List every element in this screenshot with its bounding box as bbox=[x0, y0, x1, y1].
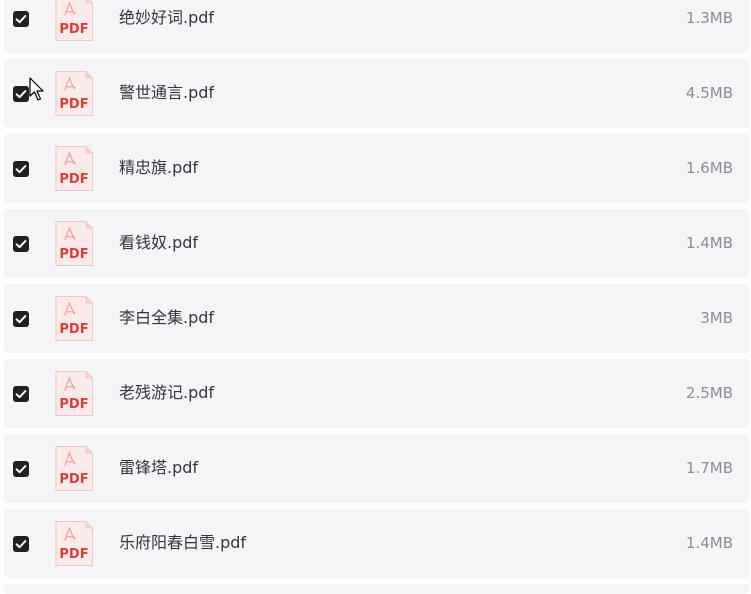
file-size: 1.4MB bbox=[685, 234, 733, 252]
checkmark-icon bbox=[15, 165, 27, 174]
file-size: 1.4MB bbox=[685, 534, 733, 552]
checkmark-icon bbox=[15, 540, 27, 549]
svg-text:PDF: PDF bbox=[59, 172, 88, 187]
file-list: PDF 绝妙好词.pdf 1.3MB PDF 警世通言.pdf 4.5MB PD… bbox=[0, 0, 751, 584]
file-checkbox[interactable] bbox=[13, 536, 29, 552]
checkmark-icon bbox=[15, 315, 27, 324]
file-name: 警世通言.pdf bbox=[119, 83, 215, 102]
file-checkbox[interactable] bbox=[13, 86, 29, 102]
file-row[interactable]: PDF 李白全集.pdf 3MB bbox=[4, 284, 749, 353]
pdf-file-icon: PDF bbox=[54, 220, 94, 267]
checkmark-icon bbox=[15, 15, 27, 24]
file-size: 3MB bbox=[700, 309, 733, 327]
file-name: 绝妙好词.pdf bbox=[119, 8, 215, 27]
checkmark-icon bbox=[15, 240, 27, 249]
file-size: 1.7MB bbox=[685, 459, 733, 477]
file-name: 老残游记.pdf bbox=[119, 383, 215, 402]
file-checkbox[interactable] bbox=[13, 386, 29, 402]
file-row[interactable]: PDF 雷锋塔.pdf 1.7MB bbox=[4, 434, 749, 503]
pdf-file-icon: PDF bbox=[54, 370, 94, 417]
file-size: 4.5MB bbox=[685, 84, 733, 102]
checkmark-icon bbox=[15, 390, 27, 399]
pdf-file-icon: PDF bbox=[54, 145, 94, 192]
file-row[interactable]: PDF 看钱奴.pdf 1.4MB bbox=[4, 209, 749, 278]
svg-text:PDF: PDF bbox=[59, 472, 88, 487]
file-checkbox[interactable] bbox=[13, 236, 29, 252]
checkmark-icon bbox=[15, 465, 27, 474]
file-checkbox[interactable] bbox=[13, 311, 29, 327]
file-size: 2.5MB bbox=[685, 384, 733, 402]
file-checkbox[interactable] bbox=[13, 461, 29, 477]
file-name: 看钱奴.pdf bbox=[119, 233, 199, 252]
file-row[interactable]: PDF 警世通言.pdf 4.5MB bbox=[4, 59, 749, 128]
svg-text:PDF: PDF bbox=[59, 247, 88, 262]
svg-text:PDF: PDF bbox=[59, 322, 88, 337]
file-size: 1.6MB bbox=[685, 159, 733, 177]
pdf-file-icon: PDF bbox=[54, 445, 94, 492]
checkmark-icon bbox=[15, 90, 27, 99]
file-size: 1.3MB bbox=[685, 9, 733, 27]
file-name: 雷锋塔.pdf bbox=[119, 458, 199, 477]
file-name: 乐府阳春白雪.pdf bbox=[119, 533, 247, 552]
pdf-file-icon: PDF bbox=[54, 520, 94, 567]
pdf-file-icon: PDF bbox=[54, 70, 94, 117]
pdf-file-icon: PDF bbox=[54, 0, 94, 42]
file-name: 李白全集.pdf bbox=[119, 308, 215, 327]
svg-text:PDF: PDF bbox=[59, 547, 88, 562]
file-row-partial[interactable] bbox=[4, 584, 749, 594]
pdf-file-icon: PDF bbox=[54, 295, 94, 342]
file-checkbox[interactable] bbox=[13, 11, 29, 27]
file-name: 精忠旗.pdf bbox=[119, 158, 199, 177]
file-row[interactable]: PDF 乐府阳春白雪.pdf 1.4MB bbox=[4, 509, 749, 578]
svg-text:PDF: PDF bbox=[59, 22, 88, 37]
file-row[interactable]: PDF 老残游记.pdf 2.5MB bbox=[4, 359, 749, 428]
svg-text:PDF: PDF bbox=[59, 397, 88, 412]
file-checkbox[interactable] bbox=[13, 161, 29, 177]
svg-text:PDF: PDF bbox=[59, 97, 88, 112]
file-row[interactable]: PDF 精忠旗.pdf 1.6MB bbox=[4, 134, 749, 203]
file-row[interactable]: PDF 绝妙好词.pdf 1.3MB bbox=[4, 0, 749, 53]
